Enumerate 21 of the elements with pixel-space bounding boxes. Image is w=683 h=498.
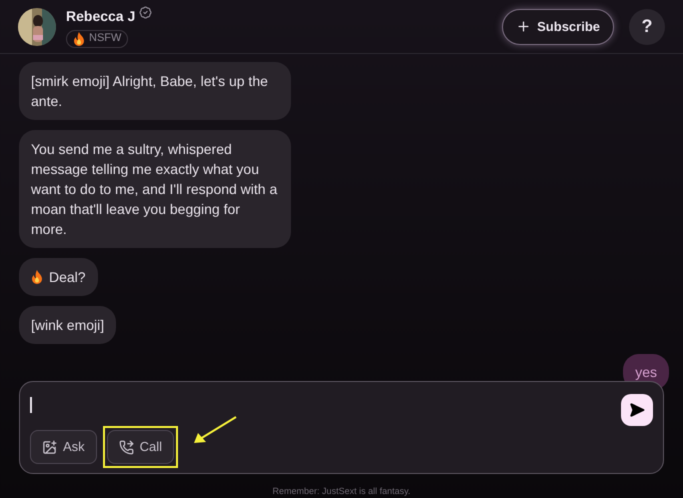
text-cursor bbox=[30, 397, 32, 413]
verified-icon bbox=[139, 6, 152, 18]
flame-icon bbox=[31, 270, 43, 284]
send-button[interactable] bbox=[621, 394, 653, 426]
send-icon bbox=[629, 402, 645, 418]
help-button[interactable]: ? bbox=[629, 8, 665, 44]
received-message: [wink emoji] bbox=[19, 306, 116, 344]
received-message: [smirk emoji] Alright, Babe, let's up the ante. bbox=[19, 62, 291, 120]
phone-icon bbox=[118, 440, 134, 454]
nsfw-tag: NSFW bbox=[66, 30, 128, 48]
annotation-arrow bbox=[192, 415, 238, 445]
contact-name: Rebecca J bbox=[66, 6, 136, 26]
ask-button[interactable]: Ask bbox=[30, 430, 97, 464]
plus-icon bbox=[516, 19, 532, 34]
subscribe-button[interactable]: Subscribe bbox=[502, 8, 614, 44]
disclaimer-text: Remember: JustSext is all fantasy. bbox=[272, 486, 410, 498]
call-button[interactable]: Call bbox=[106, 430, 174, 464]
image-plus-icon bbox=[42, 440, 57, 454]
flame-icon bbox=[73, 32, 85, 46]
received-message: You send me a sultry, whispered message telling me exactly what you want to do to me, and I'll respond with a moan that'll leave you begging for more. bbox=[19, 130, 291, 248]
received-message: Deal? bbox=[19, 258, 98, 296]
